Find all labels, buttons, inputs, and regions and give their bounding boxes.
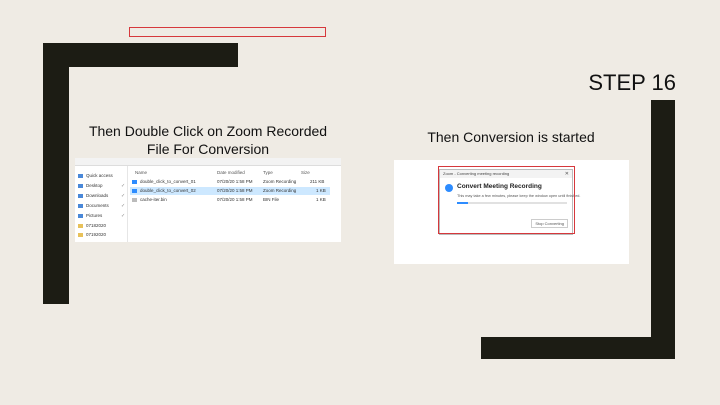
frame-bar-top-left — [43, 43, 238, 67]
dialog-highlight-box — [438, 166, 575, 234]
explorer-toolbar — [75, 158, 341, 166]
right-caption: Then Conversion is started — [427, 129, 595, 145]
frame-bar-left — [43, 43, 69, 304]
desktop-icon — [78, 183, 83, 188]
zoom-file-icon — [132, 189, 137, 193]
frame-bar-bottom-right — [481, 337, 675, 359]
zoom-file-icon — [132, 180, 137, 184]
table-row[interactable]: double_click_to_convert_01 07/20/20 1:58… — [130, 178, 330, 186]
selection-highlight-box — [129, 27, 326, 37]
column-date[interactable]: Date modified — [217, 169, 245, 177]
file-icon — [132, 198, 137, 202]
table-row[interactable]: cache-iter.bin 07/20/20 1:58 PM BIN File… — [130, 196, 330, 204]
pin-icon: ✓ — [121, 193, 126, 199]
pin-icon: ✓ — [121, 183, 126, 189]
document-icon — [78, 203, 83, 208]
left-caption: Then Double Click on Zoom Recorded File … — [72, 122, 344, 158]
folder-icon — [78, 223, 83, 228]
sidebar-item-desktop[interactable]: Desktop ✓ — [78, 182, 125, 190]
sidebar-item-folder-1[interactable]: 07182020 — [78, 222, 106, 230]
sidebar-item-folder-2[interactable]: 07192020 — [78, 231, 106, 239]
sidebar-item-quick-access[interactable]: Quick access — [78, 172, 113, 180]
left-caption-line1: Then Double Click on Zoom Recorded — [88, 123, 328, 139]
star-icon — [78, 173, 83, 178]
pin-icon: ✓ — [121, 213, 126, 219]
left-caption-line2: File For Conversion — [146, 141, 270, 157]
column-type[interactable]: Type — [263, 169, 273, 177]
frame-bar-right — [651, 100, 675, 359]
pin-icon: ✓ — [121, 203, 126, 209]
sidebar-item-downloads[interactable]: Downloads ✓ — [78, 192, 125, 200]
download-icon — [78, 193, 83, 198]
step-title: STEP 16 — [588, 70, 676, 95]
sidebar-item-documents[interactable]: Documents ✓ — [78, 202, 125, 210]
picture-icon — [78, 213, 83, 218]
sidebar-item-pictures[interactable]: Pictures ✓ — [78, 212, 125, 220]
explorer-column-header: Name Date modified Type Size — [131, 169, 341, 177]
column-size[interactable]: Size — [301, 169, 310, 177]
folder-icon — [78, 232, 83, 237]
explorer-screenshot: Quick access Desktop ✓ Downloads ✓ Documen… — [75, 158, 341, 242]
explorer-sidebar: Quick access Desktop ✓ Downloads ✓ Documen… — [75, 166, 128, 242]
table-row-selected[interactable]: double_click_to_convert_02 07/20/20 1:58… — [130, 187, 330, 195]
column-name[interactable]: Name — [135, 169, 147, 177]
sidebar-item-folder-3[interactable]: ZZ — [78, 240, 92, 242]
